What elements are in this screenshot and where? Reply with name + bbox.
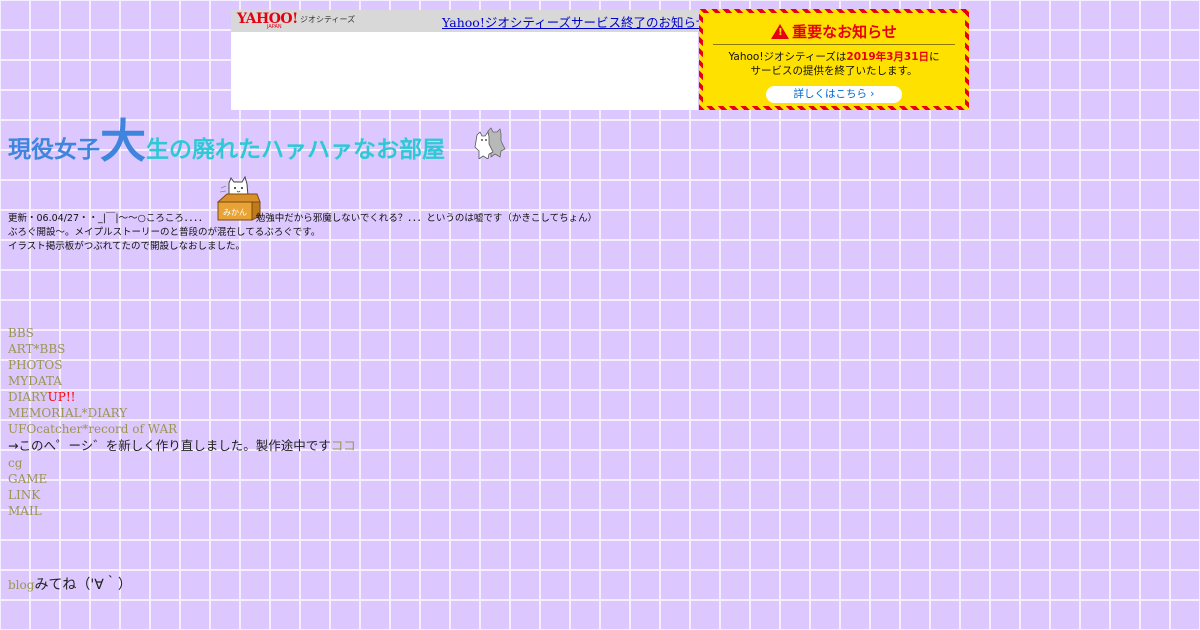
important-notice-box: ! 重要なお知らせ Yahoo!ジオシティーズは2019年3月31日に サービスの… [699,9,969,110]
rebuild-notice: →このへ゜ーシ゛を新しく作り直しました。製作途中ですココ [8,437,356,455]
nav-link-bbs[interactable]: BBS [8,325,356,341]
diary-up-badge: UP!! [47,390,76,404]
yahoo-logo-sub: JAPAN [267,24,282,30]
nav-link-game[interactable]: GAME [8,471,356,487]
yahoo-banner: YAHOO! JAPAN ジオシティーズ Yahoo!ジオシティーズサービス終了… [231,10,708,110]
nav-link-ufocatcher[interactable]: UFOcatcher*record of WAR [8,421,356,437]
update-notes: 更新・06.04/27・・_|￣|～～○ころころ．．．． 勉強中だから邪魔しないで… [8,212,597,254]
important-notice-body: Yahoo!ジオシティーズは2019年3月31日に サービスの提供を終了いたしま… [703,50,965,78]
ghost-cat-icon [474,127,506,159]
nav-link-cg[interactable]: cg [8,455,356,471]
rebuild-here-link[interactable]: ココ [331,438,356,453]
update-line1: 更新・06.04/27・・_|￣|～～○ころころ．．．． 勉強中だから邪魔しないで… [8,212,597,226]
blog-text: みてね（'∀｀） [34,577,132,593]
update-line1-before: 更新・06.04/27・・_|￣|～～○ころころ．．．． [8,213,208,224]
update-line3: イラスト掲示板がつぶれてたので開設しなおしました。 [8,241,246,252]
notice-body-prefix: Yahoo!ジオシティーズは [728,51,847,63]
important-notice-title: ! 重要なお知らせ [703,21,965,42]
notice-body-line2: サービスの提供を終了いたします。 [750,65,918,77]
notice-body-suffix: に [929,51,940,63]
page-title-line: 現役女子大生の廃れたハァハァなお部屋 [8,113,445,180]
important-notice-inner: ! 重要なお知らせ Yahoo!ジオシティーズは2019年3月31日に サービスの… [703,13,965,106]
warning-icon: ! [771,24,790,39]
yahoo-bar: YAHOO! JAPAN ジオシティーズ Yahoo!ジオシティーズサービス終了… [231,10,708,32]
notice-end-date: 2019年3月31日 [846,51,930,63]
title-part2: 生の廃れたハァハァなお部屋 [146,137,445,163]
update-line1-after: 勉強中だから邪魔しないでくれる？．．．というのは嘘です（かきこしてちょん） [255,213,598,224]
notice-divider [713,44,955,45]
notice-details-button[interactable]: 詳しくはこちら › [766,86,902,103]
service-end-notice-link[interactable]: Yahoo!ジオシティーズサービス終了のお知らせ [442,12,708,31]
nav-link-link[interactable]: LINK [8,487,356,503]
title-big-char: 大 [100,114,146,168]
blog-line: blogみてね（'∀｀） [8,574,132,594]
important-notice-title-text: 重要なお知らせ [792,23,897,41]
nav-link-photos[interactable]: PHOTOS [8,357,356,373]
rebuild-notice-text: →このへ゜ーシ゛を新しく作り直しました。製作途中です [8,438,331,453]
nav-link-mail[interactable]: MAIL [8,503,356,519]
nav-link-art-bbs[interactable]: ART*BBS [8,341,356,357]
title-part1: 現役女子 [8,137,100,163]
geocities-label: ジオシティーズ [300,15,356,24]
nav-link-memorial-diary[interactable]: MEMORIAL*DIARY [8,405,356,421]
nav-link-diary-label: DIARY [8,390,48,404]
update-line2: ぶろぐ開設～。メイプルストーリーのと普段のが混在してるぶろぐです。 [8,227,321,238]
nav-link-mydata[interactable]: MYDATA [8,373,356,389]
nav-link-diary[interactable]: DIARYUP!! [8,389,356,405]
blog-link[interactable]: blog [8,578,34,592]
main-nav: BBS ART*BBS PHOTOS MYDATA DIARYUP!! MEMO… [8,325,356,519]
